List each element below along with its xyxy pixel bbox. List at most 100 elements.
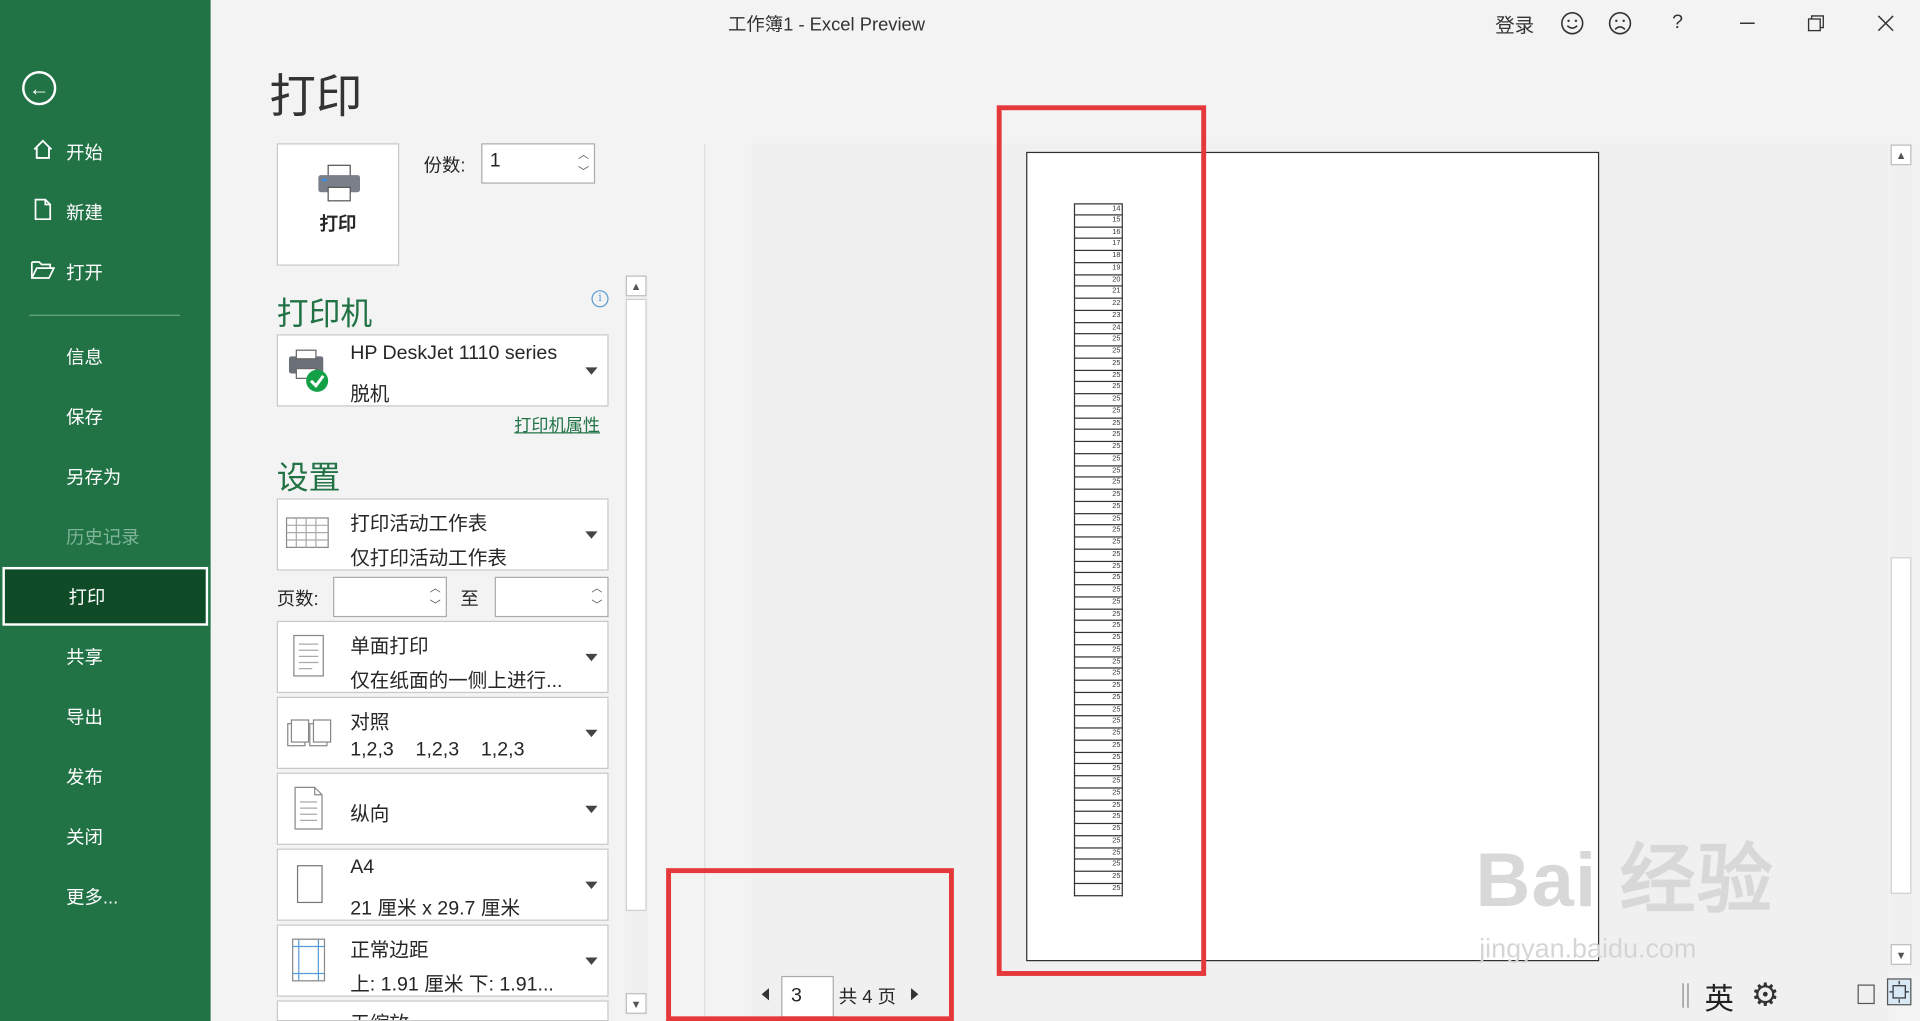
info-icon[interactable]: i [591, 290, 609, 308]
chevron-down-icon[interactable]: ﹀ [591, 599, 602, 611]
gear-icon[interactable]: ⚙ [1751, 976, 1780, 1014]
worksheet-icon [285, 511, 329, 558]
nav-item-label: 新建 [66, 202, 103, 224]
collation-dropdown[interactable]: 对照 1,2,3 1,2,3 1,2,3 [276, 696, 609, 769]
paper-size-dropdown[interactable]: A4 21 厘米 x 29.7 厘米 [276, 848, 609, 921]
print-what-title: 打印活动工作表 [350, 514, 488, 536]
nav-item-label: 历史记录 [66, 527, 140, 548]
printer-name: HP DeskJet 1110 series [350, 342, 558, 364]
restore-icon[interactable] [1802, 7, 1829, 39]
sides-title: 单面打印 [350, 636, 429, 658]
backstage-nav: ← 开始 新建 打开 信息 保存 另存为 历史记录 打印 共享 导出 发布 关闭… [0, 0, 211, 1021]
margins-icon [285, 937, 329, 984]
nav-item-share[interactable]: 共享 [0, 629, 211, 683]
nav-item-info[interactable]: 信息 [0, 329, 211, 383]
zoom-to-page-icon[interactable] [1886, 978, 1912, 1006]
nav-item-label: 开始 [66, 142, 103, 164]
nav-item-new[interactable]: 新建 [0, 185, 211, 239]
nav-item-label: 打开 [66, 262, 103, 284]
nav-item-label: 导出 [66, 707, 103, 728]
frown-feedback-icon[interactable] [1605, 7, 1634, 39]
copies-stepper[interactable]: 1 ︿ ﹀ [481, 143, 596, 184]
new-document-icon [29, 198, 56, 226]
nav-item-history: 历史记录 [0, 509, 211, 563]
chevron-down-icon[interactable]: ﹀ [430, 599, 441, 611]
minimize-icon[interactable] [1734, 7, 1761, 39]
nav-item-save-as[interactable]: 另存为 [0, 449, 211, 503]
nav-item-open[interactable]: 打开 [0, 245, 211, 299]
title-bar: 工作簿1 - Excel Preview 登录 ? [211, 0, 1920, 44]
printer-dropdown[interactable]: HP DeskJet 1110 series 脱机 [276, 334, 609, 407]
help-button[interactable]: ? [1665, 7, 1689, 39]
collation-desc: 1,2,3 1,2,3 1,2,3 [350, 739, 525, 761]
scroll-down-icon[interactable]: ▼ [625, 993, 647, 1014]
nav-item-label: 打印 [68, 587, 106, 608]
print-what-dropdown[interactable]: 打印活动工作表 仅打印活动工作表 [276, 498, 609, 571]
ime-indicator[interactable]: 英 [1705, 975, 1734, 1018]
chevron-up-icon[interactable]: ︿ [430, 582, 441, 594]
scaling-dropdown[interactable]: 无缩放 [276, 1000, 609, 1021]
watermark-logo: Bai 经验 [1475, 838, 1774, 924]
portrait-icon [285, 785, 329, 832]
nav-item-publish[interactable]: 发布 [0, 749, 211, 803]
pages-label: 页数: [276, 588, 319, 610]
paper-size-desc: 21 厘米 x 29.7 厘米 [350, 898, 521, 920]
chevron-up-icon[interactable]: ︿ [591, 582, 602, 594]
caret-down-icon [585, 956, 598, 965]
highlight-box-page-nav [666, 868, 954, 1021]
caret-down-icon [585, 366, 598, 375]
chevron-up-icon[interactable]: ︿ [578, 149, 589, 160]
page-title: 打印 [269, 72, 363, 124]
scroll-up-icon[interactable]: ▲ [625, 275, 647, 297]
pages-from-input[interactable]: ︿ ﹀ [333, 576, 447, 618]
settings-scrollbar[interactable]: ▲ ▼ [624, 275, 648, 1016]
printer-section-title: 打印机 [276, 295, 373, 332]
scroll-down-icon[interactable]: ▼ [1890, 944, 1912, 965]
print-button[interactable]: 打印 [276, 143, 400, 266]
settings-scroll-thumb[interactable] [625, 298, 647, 912]
paper-icon [285, 861, 329, 908]
nav-item-more[interactable]: 更多... [0, 869, 211, 923]
margins-title: 正常边距 [350, 940, 429, 962]
nav-item-print[interactable]: 打印 [2, 566, 209, 626]
nav-item-home[interactable]: 开始 [0, 125, 211, 179]
pages-to-input[interactable]: ︿ ﹀ [494, 576, 609, 618]
printer-status-icon [285, 347, 329, 394]
open-folder-icon [29, 259, 56, 285]
preview-scrollbar[interactable]: ▲ ▼ [1889, 143, 1913, 972]
nav-item-label: 共享 [66, 647, 103, 668]
print-what-desc: 仅打印活动工作表 [350, 548, 507, 570]
scroll-up-icon[interactable]: ▲ [1890, 144, 1912, 166]
sign-in-link[interactable]: 登录 [1494, 7, 1536, 39]
caret-down-icon [585, 530, 598, 539]
nav-item-close[interactable]: 关闭 [0, 809, 211, 863]
copies-label: 份数: [423, 155, 466, 177]
preview-scroll-thumb[interactable] [1890, 557, 1912, 894]
caret-down-icon [585, 881, 598, 889]
nav-divider [29, 314, 181, 316]
pages-to-label: 至 [460, 588, 479, 610]
nav-item-export[interactable]: 导出 [0, 689, 211, 743]
caret-down-icon [585, 653, 598, 661]
close-icon[interactable] [1872, 7, 1899, 39]
nav-item-save[interactable]: 保存 [0, 389, 211, 443]
sides-dropdown[interactable]: 单面打印 仅在纸面的一侧上进行... [276, 620, 609, 694]
margins-dropdown[interactable]: 正常边距 上: 1.91 厘米 下: 1.91... [276, 924, 609, 997]
tray-separator [1682, 983, 1689, 1008]
orientation-dropdown[interactable]: 纵向 [276, 772, 609, 845]
highlight-box-page-content [996, 105, 1207, 976]
collated-icon [285, 709, 332, 756]
chevron-down-icon[interactable]: ﹀ [578, 166, 589, 178]
sides-desc: 仅在纸面的一侧上进行... [350, 671, 563, 692]
collation-title: 对照 [350, 712, 390, 734]
nav-item-label: 信息 [66, 347, 103, 368]
show-margins-icon[interactable] [1857, 984, 1875, 1005]
nav-item-label: 另存为 [66, 467, 122, 488]
copies-value: 1 [489, 150, 501, 172]
orientation-title: 纵向 [350, 804, 390, 826]
printer-properties-link[interactable]: 打印机属性 [514, 413, 600, 437]
back-arrow-icon[interactable]: ← [22, 71, 57, 106]
printer-status: 脱机 [350, 384, 390, 406]
smile-feedback-icon[interactable] [1558, 7, 1587, 39]
paper-size-title: A4 [350, 857, 375, 878]
